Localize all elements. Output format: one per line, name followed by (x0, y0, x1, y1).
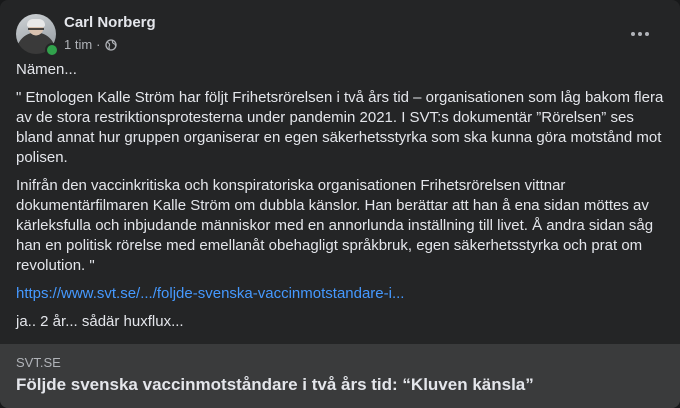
online-status-icon (45, 43, 59, 57)
globe-icon[interactable] (104, 38, 117, 51)
avatar-hair (27, 19, 45, 27)
post-paragraph: " Etnologen Kalle Ström har följt Frihet… (16, 89, 664, 166)
more-options-icon (631, 32, 649, 36)
article-link[interactable]: https://www.svt.se/.../foljde-svenska-va… (16, 285, 404, 302)
link-preview-domain: SVT.SE (16, 355, 61, 370)
post-body: Nämen... " Etnologen Kalle Ström har föl… (16, 60, 664, 340)
avatar-glasses (28, 28, 44, 34)
post-paragraph: Inifrån den vaccinkritiska och konspirat… (16, 177, 654, 274)
author-name[interactable]: Carl Norberg (64, 14, 156, 31)
post-timestamp[interactable]: 1 tim (64, 37, 92, 52)
link-preview-title[interactable]: Följde svenska vaccinmotståndare i två å… (16, 375, 534, 395)
post-paragraph: Nämen... (16, 61, 77, 78)
post-card: Carl Norberg 1 tim · Nämen... " Etnologe… (0, 0, 680, 408)
more-options-button[interactable] (622, 16, 658, 52)
post-header: Carl Norberg 1 tim · (16, 12, 664, 57)
post-closing-text: ja.. 2 år... sådär huxflux... (16, 313, 184, 330)
post-meta: 1 tim · (64, 37, 117, 52)
link-preview-card[interactable]: SVT.SE Följde svenska vaccinmotståndare … (0, 344, 680, 408)
meta-separator: · (96, 37, 101, 52)
